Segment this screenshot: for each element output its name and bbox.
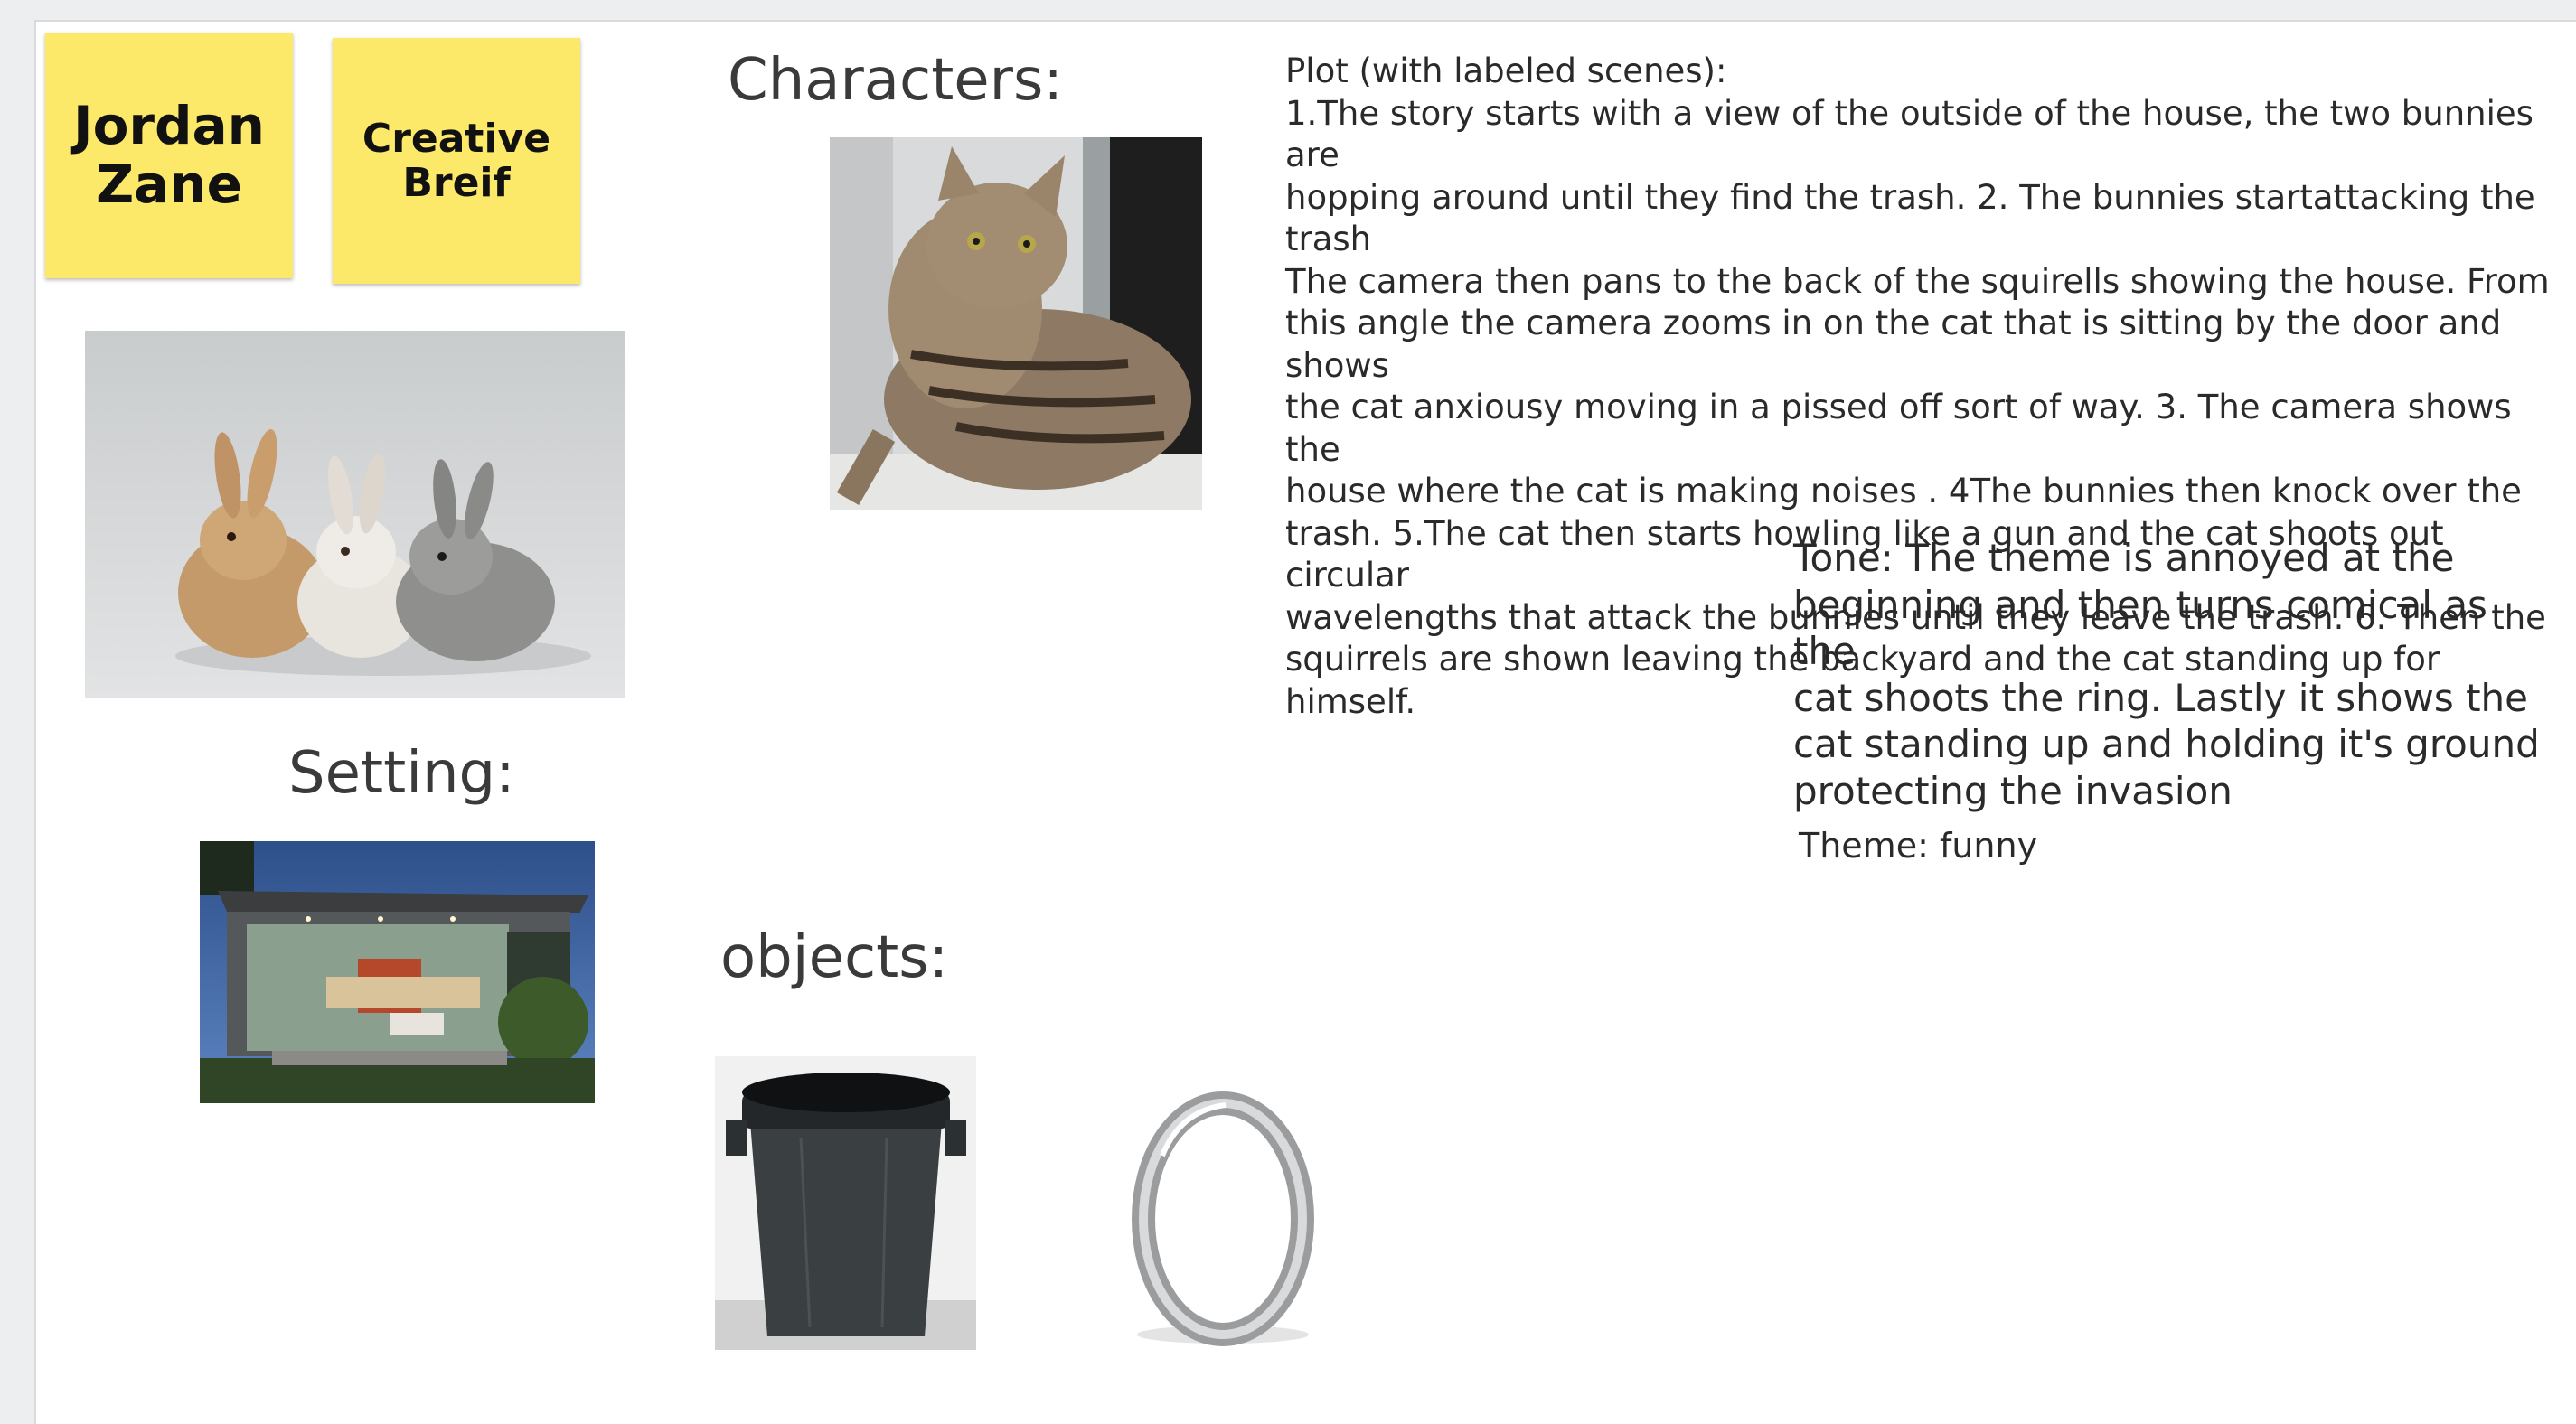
tone-text-block[interactable]: Tone: The theme is annoyed at the beginn…	[1793, 535, 2552, 814]
tone-line: protecting the invasion	[1793, 768, 2233, 813]
sticky-note-author-line2: Zane	[96, 154, 242, 215]
characters-heading: Characters:	[728, 47, 1063, 114]
plot-line: the cat anxiousy moving in a pissed off …	[1285, 388, 2512, 469]
tone-line: beginning and then turns comical as the	[1793, 582, 2487, 674]
plot-line: hopping around until they find the trash…	[1285, 177, 2535, 259]
house-image	[200, 841, 595, 1103]
sticky-note-title-line1: Creative	[362, 115, 551, 162]
tone-line: cat shoots the ring. Lastly it shows the	[1793, 675, 2528, 720]
ring-image	[1126, 1074, 1320, 1350]
trash-can-image	[715, 1056, 976, 1350]
ring-photo[interactable]	[1126, 1074, 1320, 1350]
plot-title: Plot (with labeled scenes):	[1285, 52, 1727, 90]
theme-text[interactable]: Theme: funny	[1799, 826, 2037, 866]
sticky-note-title[interactable]: Creative Breif	[333, 38, 580, 284]
sticky-note-author-line1: Jordan	[73, 95, 265, 157]
sticky-note-title-line2: Breif	[402, 160, 511, 206]
bunnies-image	[85, 331, 625, 698]
cat-photo[interactable]	[830, 137, 1202, 510]
tone-line: Tone: The theme is annoyed at the	[1793, 536, 2455, 580]
bunnies-photo[interactable]	[85, 331, 625, 698]
house-photo[interactable]	[200, 841, 595, 1103]
sticky-note-author[interactable]: Jordan Zane	[45, 33, 293, 278]
cat-image	[830, 137, 1202, 510]
plot-line: house where the cat is making noises . 4…	[1285, 472, 2522, 511]
whiteboard-canvas[interactable]: Jordan Zane Creative Breif Setting: Char…	[34, 20, 2576, 1424]
setting-heading: Setting:	[288, 740, 515, 807]
plot-line: The camera then pans to the back of the …	[1285, 261, 2550, 301]
objects-heading: objects:	[720, 924, 949, 991]
trash-can-photo[interactable]	[715, 1056, 976, 1350]
tone-line: cat standing up and holding it's ground	[1793, 722, 2540, 766]
plot-line: 1.The story starts with a view of the ou…	[1285, 93, 2534, 175]
plot-line: this angle the camera zooms in on the ca…	[1285, 304, 2502, 385]
